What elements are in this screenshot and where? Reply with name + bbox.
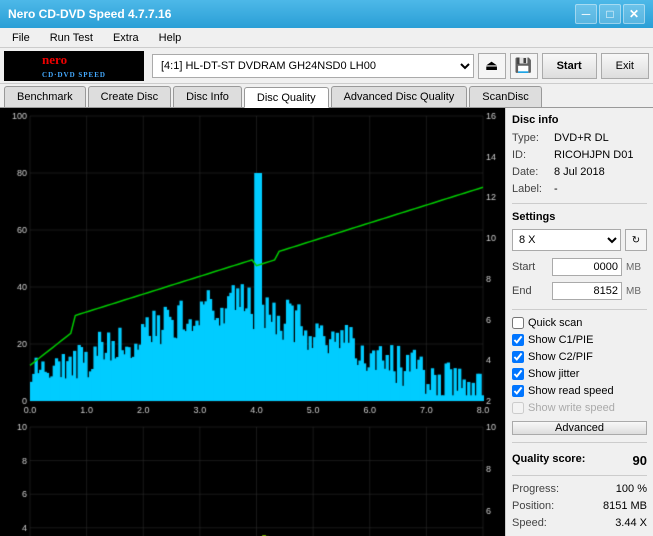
drive-select[interactable]: [4:1] HL-DT-ST DVDRAM GH24NSD0 LH00 xyxy=(152,54,474,78)
show-c2-pif-checkbox[interactable] xyxy=(512,351,524,363)
start-mb-row: Start MB xyxy=(512,258,647,276)
close-button[interactable]: ✕ xyxy=(623,4,645,24)
speed-row: Speed: 3.44 X xyxy=(512,517,647,529)
disc-date-value: 8 Jul 2018 xyxy=(554,166,605,178)
tab-benchmark[interactable]: Benchmark xyxy=(4,86,86,107)
quick-scan-checkbox[interactable] xyxy=(512,317,524,329)
toolbar: neroCD·DVD SPEED [4:1] HL-DT-ST DVDRAM G… xyxy=(0,48,653,84)
show-read-speed-checkbox[interactable] xyxy=(512,385,524,397)
end-input[interactable] xyxy=(552,282,622,300)
show-write-speed-row: Show write speed xyxy=(512,402,647,414)
disc-id-row: ID: RICOHJPN D01 xyxy=(512,149,647,161)
end-mb-row: End MB xyxy=(512,282,647,300)
show-c2-pif-label: Show C2/PIF xyxy=(528,351,593,363)
quick-scan-label: Quick scan xyxy=(528,317,582,329)
show-write-speed-checkbox xyxy=(512,402,524,414)
show-jitter-label: Show jitter xyxy=(528,368,579,380)
right-panel: Disc info Type: DVD+R DL ID: RICOHJPN D0… xyxy=(505,108,653,536)
divider-2 xyxy=(512,309,647,310)
disc-label-row: Label: - xyxy=(512,183,647,195)
menu-bar: File Run Test Extra Help xyxy=(0,28,653,48)
settings-refresh-button[interactable]: ↻ xyxy=(625,229,647,251)
speed-label: Speed: xyxy=(512,517,547,529)
position-row: Position: 8151 MB xyxy=(512,500,647,512)
title-bar: Nero CD-DVD Speed 4.7.7.16 ─ □ ✕ xyxy=(0,0,653,28)
progress-value: 100 % xyxy=(616,483,647,495)
start-unit: MB xyxy=(626,262,641,273)
tab-advanced-disc-quality[interactable]: Advanced Disc Quality xyxy=(331,86,468,107)
divider-4 xyxy=(512,475,647,476)
show-read-speed-label: Show read speed xyxy=(528,385,614,397)
start-label: Start xyxy=(512,261,548,273)
disc-type-value: DVD+R DL xyxy=(554,132,609,144)
position-label: Position: xyxy=(512,500,554,512)
end-label: End xyxy=(512,285,548,297)
logo: neroCD·DVD SPEED xyxy=(4,51,144,81)
show-c1-pie-row: Show C1/PIE xyxy=(512,334,647,346)
save-icon-button[interactable]: 💾 xyxy=(510,53,538,79)
speed-value: 3.44 X xyxy=(615,517,647,529)
speed-settings-row: 8 X ↻ xyxy=(512,229,647,251)
disc-info-title: Disc info xyxy=(512,114,647,126)
disc-id-value: RICOHJPN D01 xyxy=(554,149,633,161)
app-title: Nero CD-DVD Speed 4.7.7.16 xyxy=(8,7,171,21)
speed-select[interactable]: 8 X xyxy=(512,229,621,251)
top-chart xyxy=(0,108,505,421)
settings-title: Settings xyxy=(512,211,647,223)
tab-create-disc[interactable]: Create Disc xyxy=(88,86,171,107)
main-content: PI Errors Average: 5.20 Maximum: 80 Tota… xyxy=(0,108,653,536)
chart-panel: PI Errors Average: 5.20 Maximum: 80 Tota… xyxy=(0,108,505,536)
tab-disc-info[interactable]: Disc Info xyxy=(173,86,242,107)
divider-3 xyxy=(512,442,647,443)
quality-score-row: Quality score: 90 xyxy=(512,453,647,468)
menu-run-test[interactable]: Run Test xyxy=(42,30,101,46)
menu-extra[interactable]: Extra xyxy=(105,30,147,46)
divider-1 xyxy=(512,203,647,204)
quality-score-value: 90 xyxy=(633,453,647,468)
exit-button[interactable]: Exit xyxy=(601,53,649,79)
disc-id-label: ID: xyxy=(512,149,550,161)
bottom-chart xyxy=(0,421,505,536)
disc-date-row: Date: 8 Jul 2018 xyxy=(512,166,647,178)
advanced-button[interactable]: Advanced xyxy=(512,421,647,435)
disc-label-label: Label: xyxy=(512,183,550,195)
disc-label-value: - xyxy=(554,183,558,195)
disc-date-label: Date: xyxy=(512,166,550,178)
show-c1-pie-checkbox[interactable] xyxy=(512,334,524,346)
show-c1-pie-label: Show C1/PIE xyxy=(528,334,593,346)
quality-score-label: Quality score: xyxy=(512,453,585,468)
progress-row: Progress: 100 % xyxy=(512,483,647,495)
show-write-speed-label: Show write speed xyxy=(528,402,615,414)
show-read-speed-row: Show read speed xyxy=(512,385,647,397)
menu-help[interactable]: Help xyxy=(151,30,190,46)
start-button[interactable]: Start xyxy=(542,53,597,79)
show-jitter-checkbox[interactable] xyxy=(512,368,524,380)
quick-scan-row: Quick scan xyxy=(512,317,647,329)
charts-wrapper xyxy=(0,108,505,536)
progress-label: Progress: xyxy=(512,483,559,495)
disc-type-row: Type: DVD+R DL xyxy=(512,132,647,144)
tab-disc-quality[interactable]: Disc Quality xyxy=(244,87,329,108)
menu-file[interactable]: File xyxy=(4,30,38,46)
minimize-button[interactable]: ─ xyxy=(575,4,597,24)
tab-bar: Benchmark Create Disc Disc Info Disc Qua… xyxy=(0,84,653,108)
tab-scandisc[interactable]: ScanDisc xyxy=(469,86,541,107)
position-value: 8151 MB xyxy=(603,500,647,512)
disc-type-label: Type: xyxy=(512,132,550,144)
maximize-button[interactable]: □ xyxy=(599,4,621,24)
eject-icon-button[interactable]: ⏏ xyxy=(478,53,506,79)
end-unit: MB xyxy=(626,286,641,297)
show-c2-pif-row: Show C2/PIF xyxy=(512,351,647,363)
start-input[interactable] xyxy=(552,258,622,276)
show-jitter-row: Show jitter xyxy=(512,368,647,380)
